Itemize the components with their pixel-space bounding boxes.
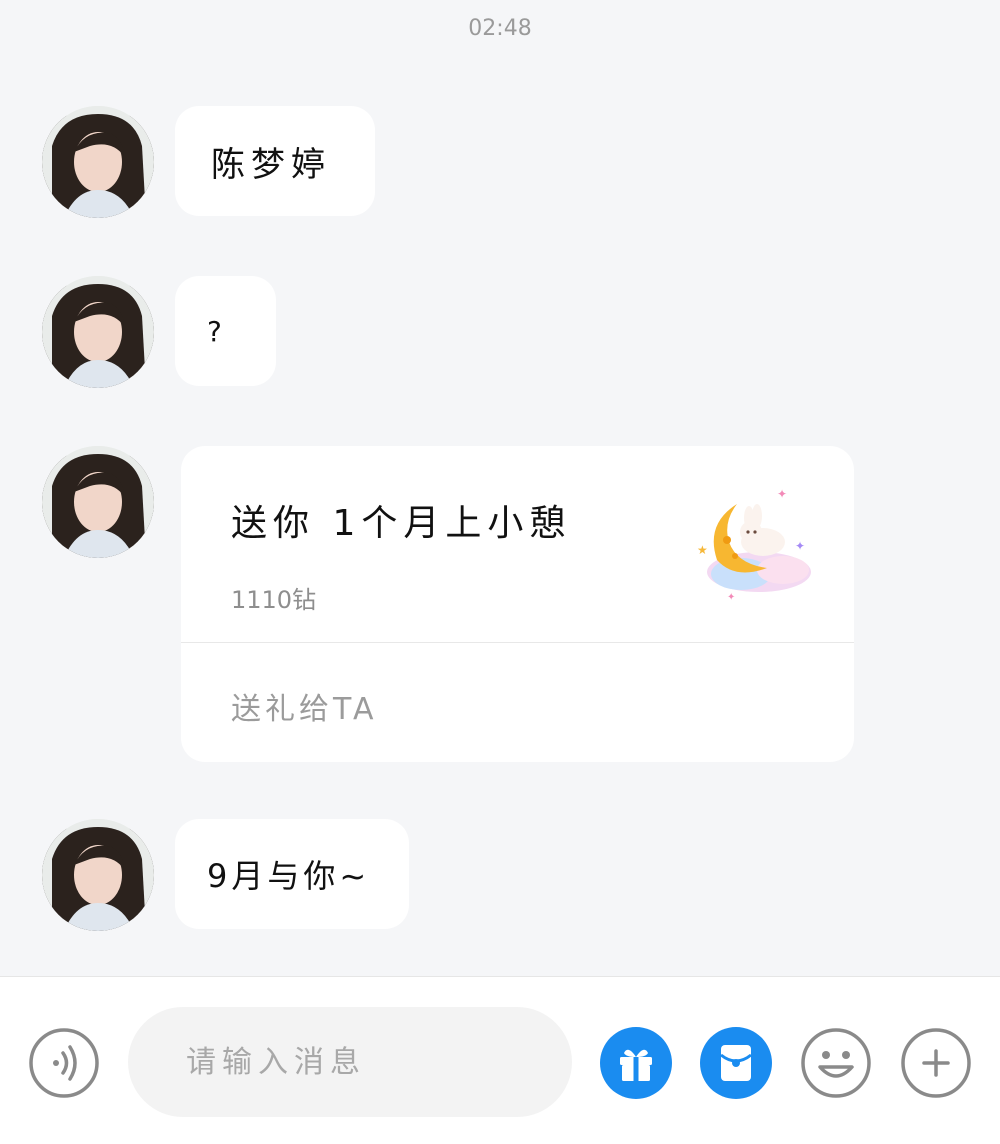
gift-message-card[interactable]: 送你 1个月上小憩 1110钻 ✦ ✦ ★ ✦ 送礼给TA — [181, 446, 854, 762]
svg-text:✦: ✦ — [795, 539, 805, 553]
message-bubble[interactable]: 陈梦婷 — [175, 106, 375, 216]
message-timestamp: 02:48 — [468, 16, 532, 41]
message-bubble[interactable]: ? — [175, 276, 276, 386]
svg-text:★: ★ — [697, 543, 708, 557]
svg-text:✦: ✦ — [777, 487, 787, 501]
voice-icon[interactable] — [28, 1027, 100, 1099]
moon-bunny-gift-icon: ✦ ✦ ★ ✦ — [691, 484, 821, 604]
avatar[interactable] — [42, 446, 154, 558]
input-bar — [0, 976, 1000, 1144]
avatar[interactable] — [42, 819, 154, 931]
red-packet-icon[interactable] — [700, 1027, 772, 1099]
message-bubble[interactable]: 9月与你~ — [175, 819, 409, 929]
message-input[interactable] — [128, 1007, 572, 1117]
avatar[interactable] — [42, 106, 154, 218]
gift-divider — [181, 642, 854, 643]
avatar[interactable] — [42, 276, 154, 388]
send-gift-button[interactable]: 送礼给TA — [231, 684, 378, 728]
emoji-icon[interactable] — [800, 1027, 872, 1099]
message-text: 9月与你~ — [207, 857, 371, 895]
svg-text:✦: ✦ — [727, 592, 735, 603]
gift-icon[interactable] — [600, 1027, 672, 1099]
plus-icon[interactable] — [900, 1027, 972, 1099]
gift-title: 送你 1个月上小憩 — [231, 503, 572, 544]
gift-price: 1110钻 — [231, 586, 317, 614]
message-text: 陈梦婷 — [211, 144, 331, 185]
message-text: ? — [207, 314, 222, 348]
chat-screen: 02:48 陈梦婷 ? 送你 1个月上小憩 1110钻 ✦ ✦ ★ ✦ 送礼给T… — [0, 0, 1000, 1144]
